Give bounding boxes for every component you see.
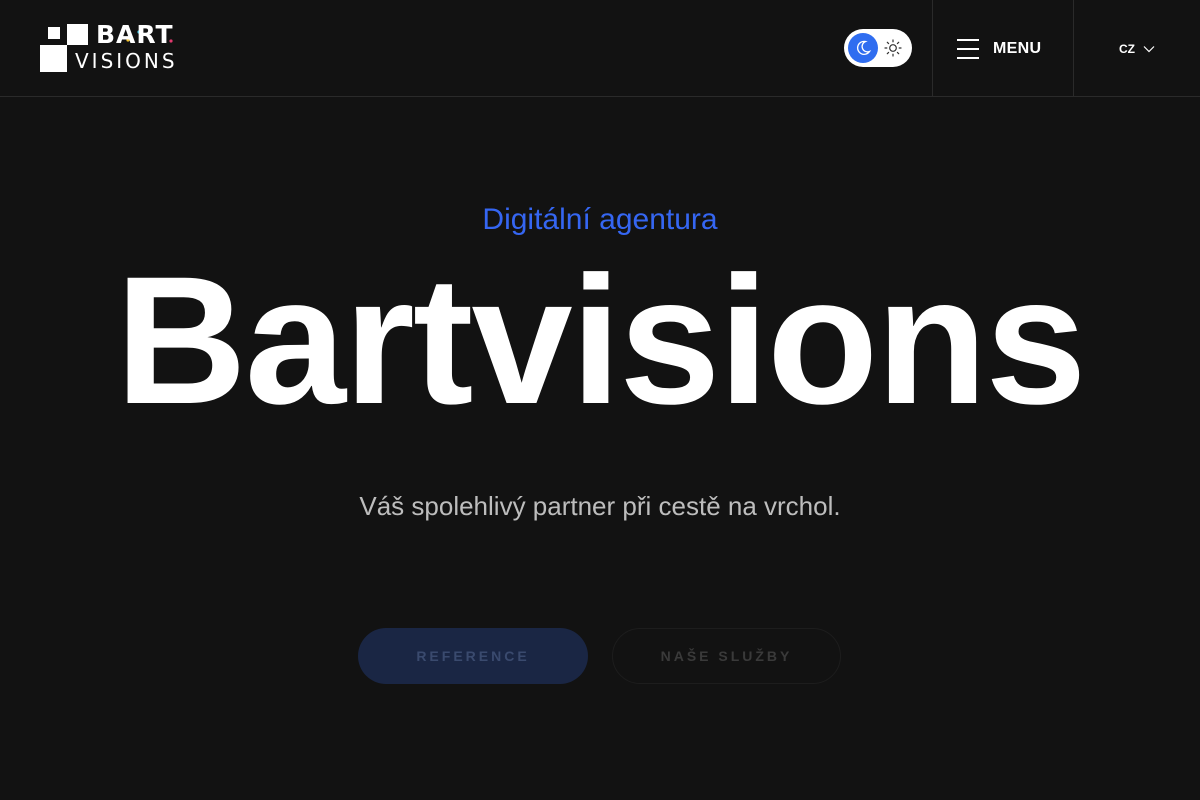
theme-toggle[interactable]	[844, 29, 912, 67]
page: BART VISIONS MENU CZ Digitální agentura …	[0, 0, 1200, 800]
sun-icon	[884, 39, 902, 57]
chevron-down-icon	[1143, 45, 1155, 52]
hamburger-icon	[957, 38, 979, 59]
hero-tagline: Váš spolehlivý partner při cestě na vrch…	[359, 491, 841, 521]
language-label: CZ	[1119, 41, 1135, 56]
hero-eyebrow: Digitální agentura	[482, 203, 718, 236]
menu-button[interactable]: MENU	[933, 0, 1073, 97]
hero-title: Bartvisions	[115, 238, 1086, 442]
language-selector[interactable]: CZ	[1074, 0, 1200, 97]
logo-text-top: BART	[96, 20, 174, 49]
moon-icon	[856, 40, 872, 55]
reference-button[interactable]: REFERENCE	[358, 628, 588, 684]
logo[interactable]: BART VISIONS	[40, 22, 185, 74]
services-button[interactable]: NAŠE SLUŽBY	[612, 628, 841, 684]
menu-label: MENU	[993, 39, 1042, 57]
site-header: BART VISIONS MENU CZ	[0, 0, 1200, 97]
logo-text-bottom: VISIONS	[75, 49, 178, 73]
dark-mode-knob	[848, 33, 878, 63]
